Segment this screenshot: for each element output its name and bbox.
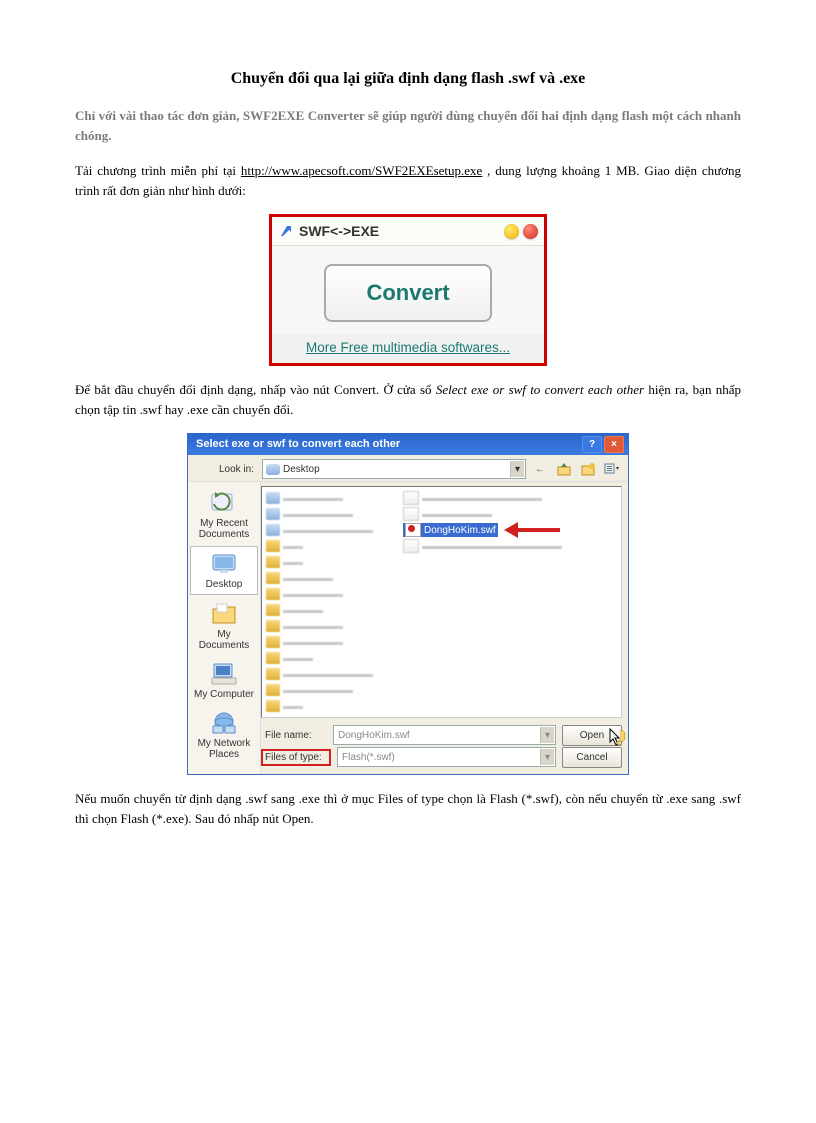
- place-network-label: My Network Places: [198, 738, 251, 760]
- page-title: Chuyển đổi qua lại giữa định dạng flash …: [75, 70, 741, 88]
- place-mycomputer[interactable]: My Computer: [191, 657, 257, 704]
- download-paragraph: Tải chương trình miễn phí tại http://www…: [75, 161, 741, 200]
- swf-file-icon: [405, 523, 421, 537]
- convert-button[interactable]: Convert: [324, 264, 491, 322]
- list-item[interactable]: ▬▬▬▬▬▬: [266, 587, 373, 601]
- intro-text: Chỉ với vài thao tác đơn giản, SWF2EXE C…: [75, 106, 741, 145]
- file-name-value: DongHoKim.swf: [338, 730, 410, 741]
- close-icon[interactable]: ×: [604, 436, 624, 453]
- convert-titlebar: SWF<->EXE: [272, 217, 544, 246]
- para2-a: Để bắt đầu chuyển đổi định dạng, nhấp và…: [75, 382, 436, 397]
- back-icon[interactable]: ←: [530, 460, 550, 478]
- place-desktop[interactable]: Desktop: [190, 546, 258, 595]
- para3: Nếu muốn chuyển từ định dạng .swf sang .…: [75, 789, 741, 828]
- new-folder-icon[interactable]: [578, 460, 598, 478]
- list-item[interactable]: ▬▬: [266, 555, 373, 569]
- list-item[interactable]: ▬▬▬▬▬▬▬▬▬: [266, 667, 373, 681]
- list-item[interactable]: ▬▬▬▬: [266, 603, 373, 617]
- list-item[interactable]: ▬▬▬: [266, 651, 373, 665]
- callout-arrow-icon: [504, 525, 556, 535]
- help-icon[interactable]: ?: [582, 436, 602, 453]
- chevron-down-icon: ▾: [540, 727, 554, 743]
- list-item[interactable]: ▬▬▬▬▬▬▬: [266, 683, 373, 697]
- desktop-icon: [266, 464, 280, 475]
- screenshot-convert-window: SWF<->EXE Convert More Free multimedia s…: [269, 214, 547, 366]
- more-softwares-link[interactable]: More Free multimedia softwares...: [272, 334, 544, 363]
- place-desktop-label: Desktop: [206, 579, 243, 590]
- look-in-label: Look in:: [194, 464, 258, 475]
- list-item[interactable]: ▬▬▬▬▬▬▬: [266, 507, 373, 521]
- documents-icon: [209, 601, 239, 627]
- open-button[interactable]: Open: [562, 725, 622, 746]
- list-item[interactable]: ▬▬▬▬▬▬: [266, 619, 373, 633]
- computer-icon: [209, 661, 239, 687]
- screenshot-file-dialog: Select exe or swf to convert each other …: [187, 433, 629, 775]
- recent-icon: [209, 490, 239, 516]
- close-icon[interactable]: [523, 224, 538, 239]
- cancel-button[interactable]: Cancel: [562, 747, 622, 768]
- desktop-icon: [209, 551, 239, 577]
- network-icon: [209, 710, 239, 736]
- look-in-value: Desktop: [283, 464, 320, 475]
- file-name-input[interactable]: DongHoKim.swf ▾: [333, 725, 556, 745]
- para1-prefix: Tải chương trình miễn phí tại: [75, 163, 241, 178]
- up-icon[interactable]: [554, 460, 574, 478]
- chevron-down-icon: ▾: [540, 749, 554, 765]
- list-item[interactable]: ▬▬▬▬▬▬▬▬▬: [266, 523, 373, 537]
- convert-title: SWF<->EXE: [299, 223, 379, 239]
- cursor-icon: [607, 727, 627, 747]
- download-link[interactable]: http://www.apecsoft.com/SWF2EXEsetup.exe: [241, 163, 482, 178]
- app-icon: [278, 223, 294, 239]
- minimize-icon[interactable]: [504, 224, 519, 239]
- place-mycomputer-label: My Computer: [194, 689, 254, 700]
- file-name-label: File name:: [261, 730, 327, 741]
- para2: Để bắt đầu chuyển đổi định dạng, nhấp và…: [75, 380, 741, 419]
- list-item[interactable]: ▬▬: [266, 539, 373, 553]
- place-mydocs[interactable]: My Documents: [191, 597, 257, 655]
- place-recent[interactable]: My Recent Documents: [191, 486, 257, 544]
- list-item[interactable]: ▬▬▬▬▬: [266, 571, 373, 585]
- list-item[interactable]: ▬▬▬▬▬▬: [266, 491, 373, 505]
- list-item[interactable]: ▬▬▬▬▬▬▬▬▬▬▬▬: [403, 491, 562, 505]
- dialog-toolbar: Look in: Desktop ▾ ←: [188, 455, 628, 481]
- view-menu-icon[interactable]: [602, 460, 622, 478]
- file-type-dropdown[interactable]: Flash(*.swf) ▾: [337, 747, 556, 767]
- dialog-title: Select exe or swf to convert each other: [196, 438, 400, 450]
- list-item[interactable]: ▬▬▬▬▬▬▬▬▬▬▬▬▬▬: [403, 539, 562, 553]
- list-item[interactable]: ▬▬▬▬▬▬▬: [403, 507, 562, 521]
- chevron-down-icon: ▾: [510, 461, 524, 477]
- file-type-label: Files of type:: [261, 749, 331, 766]
- place-mydocs-label: My Documents: [199, 629, 250, 651]
- places-bar: My Recent Documents Desktop My Documents…: [188, 482, 261, 774]
- list-item[interactable]: ▬▬▬▬▬▬: [266, 635, 373, 649]
- file-type-value: Flash(*.swf): [342, 752, 395, 763]
- selected-file-label: DongHoKim.swf: [424, 525, 496, 536]
- look-in-dropdown[interactable]: Desktop ▾: [262, 459, 526, 479]
- file-list[interactable]: ▬▬▬▬▬▬ ▬▬▬▬▬▬▬ ▬▬▬▬▬▬▬▬▬ ▬▬ ▬▬ ▬▬▬▬▬ ▬▬▬…: [261, 486, 622, 718]
- cancel-label: Cancel: [576, 752, 607, 763]
- place-recent-label: My Recent Documents: [199, 518, 250, 540]
- para2-b: Select exe or swf to convert each other: [436, 382, 644, 397]
- list-item[interactable]: ▬▬: [266, 699, 373, 713]
- selected-file-item[interactable]: DongHoKim.swf: [403, 523, 498, 537]
- open-label: Open: [580, 730, 604, 741]
- place-network[interactable]: My Network Places: [191, 706, 257, 764]
- dialog-titlebar: Select exe or swf to convert each other …: [188, 433, 628, 455]
